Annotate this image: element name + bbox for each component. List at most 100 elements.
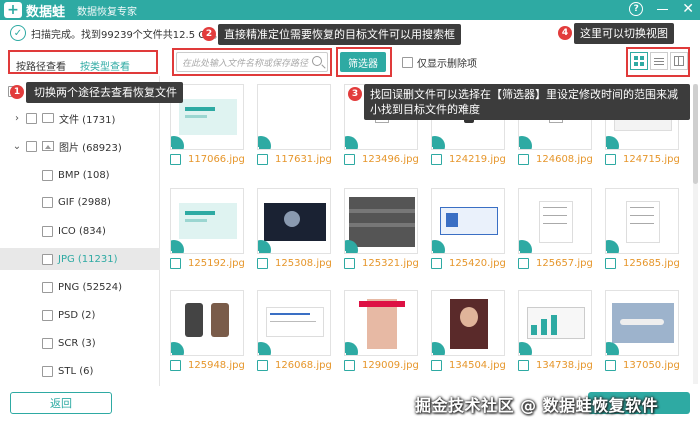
file-checkbox[interactable] [344, 154, 355, 165]
file-thumbnail-item[interactable]: 125192.jpg [170, 188, 252, 269]
file-name: 125657.jpg [536, 258, 593, 269]
file-thumbnail-item[interactable]: 125321.jpg [344, 188, 426, 269]
tree-checkbox[interactable] [42, 196, 53, 208]
file-checkbox[interactable] [170, 360, 181, 371]
tree-item-psd[interactable]: PSD (2) [0, 304, 160, 326]
file-name-row[interactable]: 125685.jpg [605, 258, 687, 269]
file-name-row[interactable]: 117066.jpg [170, 154, 252, 165]
tree-checkbox[interactable] [42, 309, 53, 321]
file-checkbox[interactable] [605, 360, 616, 371]
thumbnail-image[interactable] [605, 290, 679, 356]
thumbnail-image[interactable] [431, 188, 505, 254]
file-name-row[interactable]: 125420.jpg [431, 258, 513, 269]
thumbnail-image[interactable] [170, 188, 244, 254]
app-logo-icon: + [4, 2, 22, 18]
tree-checkbox[interactable] [42, 365, 53, 377]
deleted-badge-icon [171, 136, 184, 149]
file-thumbnail-item[interactable]: 134738.jpg [518, 290, 600, 371]
chevron-down-icon[interactable]: ⌄ [12, 141, 22, 152]
thumbnail-image[interactable] [257, 188, 331, 254]
file-name-row[interactable]: 126068.jpg [257, 360, 339, 371]
deleted-only-checkbox[interactable] [402, 57, 413, 68]
thumbnail-image[interactable] [431, 290, 505, 356]
scan-status-text: 扫描完成。找到99239个文件共12.5 GB。 [31, 29, 223, 41]
file-checkbox[interactable] [518, 258, 529, 269]
file-name-row[interactable]: 124219.jpg [431, 154, 513, 165]
file-thumbnail-item[interactable]: 126068.jpg [257, 290, 339, 371]
thumbnail-image[interactable] [170, 290, 244, 356]
file-name-row[interactable]: 117631.jpg [257, 154, 339, 165]
file-name-row[interactable]: 134504.jpg [431, 360, 513, 371]
thumbnail-image[interactable] [605, 188, 679, 254]
tree-checkbox[interactable] [42, 337, 53, 349]
file-thumbnail-item[interactable]: 125308.jpg [257, 188, 339, 269]
tree-item-images[interactable]: ⌄ 图片 (68923) [0, 135, 160, 157]
help-icon[interactable]: ? [629, 2, 644, 16]
file-name-row[interactable]: 125192.jpg [170, 258, 252, 269]
file-checkbox[interactable] [431, 154, 442, 165]
thumbnail-image[interactable] [344, 290, 418, 356]
file-thumbnail-item[interactable]: 117631.jpg [257, 84, 339, 165]
file-checkbox[interactable] [431, 360, 442, 371]
deleted-only-label: 仅显示删除项 [417, 59, 477, 70]
chevron-right-icon[interactable]: › [12, 113, 22, 124]
thumbnail-image[interactable] [518, 290, 592, 356]
thumbnail-image[interactable] [257, 290, 331, 356]
file-name-row[interactable]: 124715.jpg [605, 154, 687, 165]
file-name-row[interactable]: 137050.jpg [605, 360, 687, 371]
file-checkbox[interactable] [605, 154, 616, 165]
file-checkbox[interactable] [605, 258, 616, 269]
thumbnail-image[interactable] [518, 188, 592, 254]
tree-checkbox[interactable] [42, 253, 53, 265]
scrollbar-thumb[interactable] [693, 84, 698, 184]
file-checkbox[interactable] [518, 360, 529, 371]
file-thumbnail-item[interactable]: 125420.jpg [431, 188, 513, 269]
file-name-row[interactable]: 134738.jpg [518, 360, 600, 371]
tree-item-png[interactable]: PNG (52524) [0, 276, 160, 298]
tree-checkbox[interactable] [42, 225, 53, 237]
file-name-row[interactable]: 124608.jpg [518, 154, 600, 165]
tree-label: PSD (2) [58, 309, 96, 321]
file-thumbnail-item[interactable]: 137050.jpg [605, 290, 687, 371]
back-button[interactable]: 返回 [10, 392, 112, 414]
tree-checkbox[interactable] [42, 169, 53, 181]
tree-item-gif[interactable]: GIF (2988) [0, 191, 160, 213]
file-thumbnail-item[interactable]: 125657.jpg [518, 188, 600, 269]
file-checkbox[interactable] [170, 258, 181, 269]
file-thumbnail-item[interactable]: 125685.jpg [605, 188, 687, 269]
tree-item-files[interactable]: › 文件 (1731) [0, 107, 160, 129]
file-checkbox[interactable] [170, 154, 181, 165]
tree-checkbox[interactable] [42, 281, 53, 293]
file-name-row[interactable]: 123496.jpg [344, 154, 426, 165]
file-checkbox[interactable] [344, 360, 355, 371]
tree-item-ico[interactable]: ICO (834) [0, 220, 160, 242]
tree-item-stl[interactable]: STL (6) [0, 360, 160, 382]
tree-item-jpg[interactable]: JPG (11231) [0, 248, 160, 270]
file-checkbox[interactable] [344, 258, 355, 269]
file-checkbox[interactable] [257, 154, 268, 165]
scrollbar[interactable] [693, 84, 698, 384]
file-name-row[interactable]: 129009.jpg [344, 360, 426, 371]
tree-checkbox[interactable] [26, 112, 37, 124]
minimize-icon[interactable] [657, 8, 669, 10]
thumbnail-image[interactable] [257, 84, 331, 150]
deleted-only-toggle[interactable]: 仅显示删除项 [402, 55, 477, 70]
file-checkbox[interactable] [518, 154, 529, 165]
file-checkbox[interactable] [257, 360, 268, 371]
tree-item-bmp[interactable]: BMP (108) [0, 164, 160, 186]
file-name-row[interactable]: 125657.jpg [518, 258, 600, 269]
thumbnail-image[interactable] [344, 188, 418, 254]
file-name-row[interactable]: 125308.jpg [257, 258, 339, 269]
file-checkbox[interactable] [257, 258, 268, 269]
file-name-row[interactable]: 125948.jpg [170, 360, 252, 371]
close-icon[interactable]: ✕ [682, 2, 694, 16]
tree-checkbox[interactable] [26, 140, 37, 152]
tree-item-scr[interactable]: SCR (3) [0, 332, 160, 354]
file-thumbnail-item[interactable]: 134504.jpg [431, 290, 513, 371]
file-name-row[interactable]: 125321.jpg [344, 258, 426, 269]
file-checkbox[interactable] [431, 258, 442, 269]
file-thumbnail-item[interactable]: 129009.jpg [344, 290, 426, 371]
file-thumbnail-item[interactable]: 125948.jpg [170, 290, 252, 371]
image-icon [42, 141, 54, 151]
annotation-text: 直接精准定位需要恢复的目标文件可以用搜索框 [224, 28, 455, 41]
